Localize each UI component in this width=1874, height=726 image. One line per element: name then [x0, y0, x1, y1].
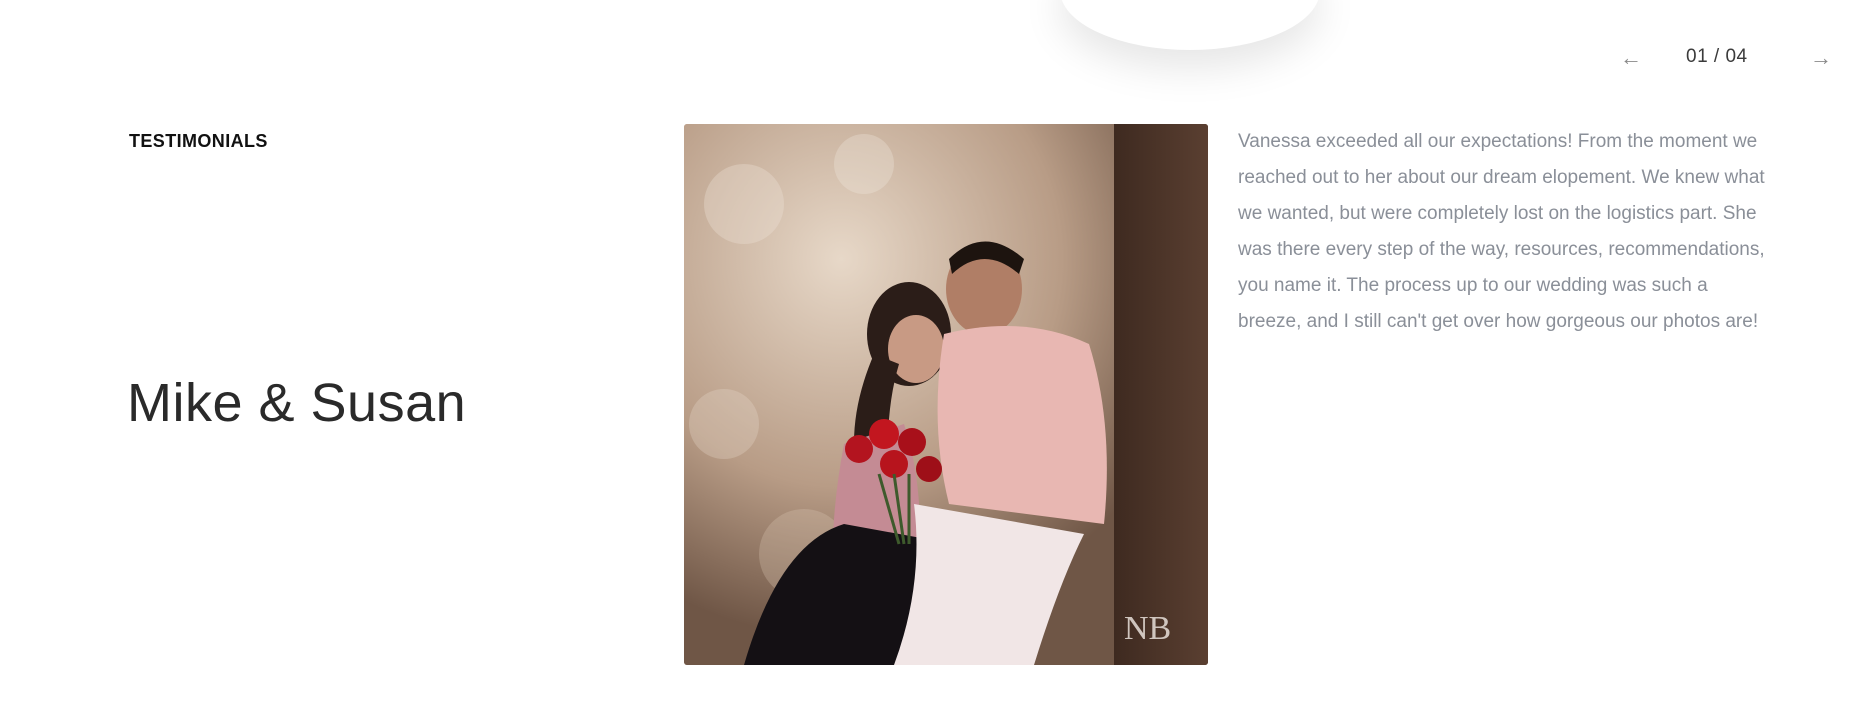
arrow-left-icon[interactable]: ←	[1620, 47, 1642, 69]
testimonial-names: Mike & Susan	[127, 373, 467, 433]
top-decorative-shadow	[1060, 0, 1320, 50]
pager-count: 01 / 04	[1686, 46, 1748, 67]
testimonial-quote: Vanessa exceeded all our expectations! F…	[1238, 131, 1765, 332]
testimonials-section: ← 01 / 04 → TESTIMONIALS Mike & Susan NB…	[0, 0, 1874, 726]
photo-watermark: NB	[1124, 610, 1171, 647]
testimonial-pager: ← 01 / 04 →	[1620, 44, 1850, 74]
testimonial-photo: NB	[684, 124, 1208, 665]
section-label: TESTIMONIALS	[129, 131, 268, 151]
arrow-right-icon[interactable]: →	[1810, 47, 1832, 69]
